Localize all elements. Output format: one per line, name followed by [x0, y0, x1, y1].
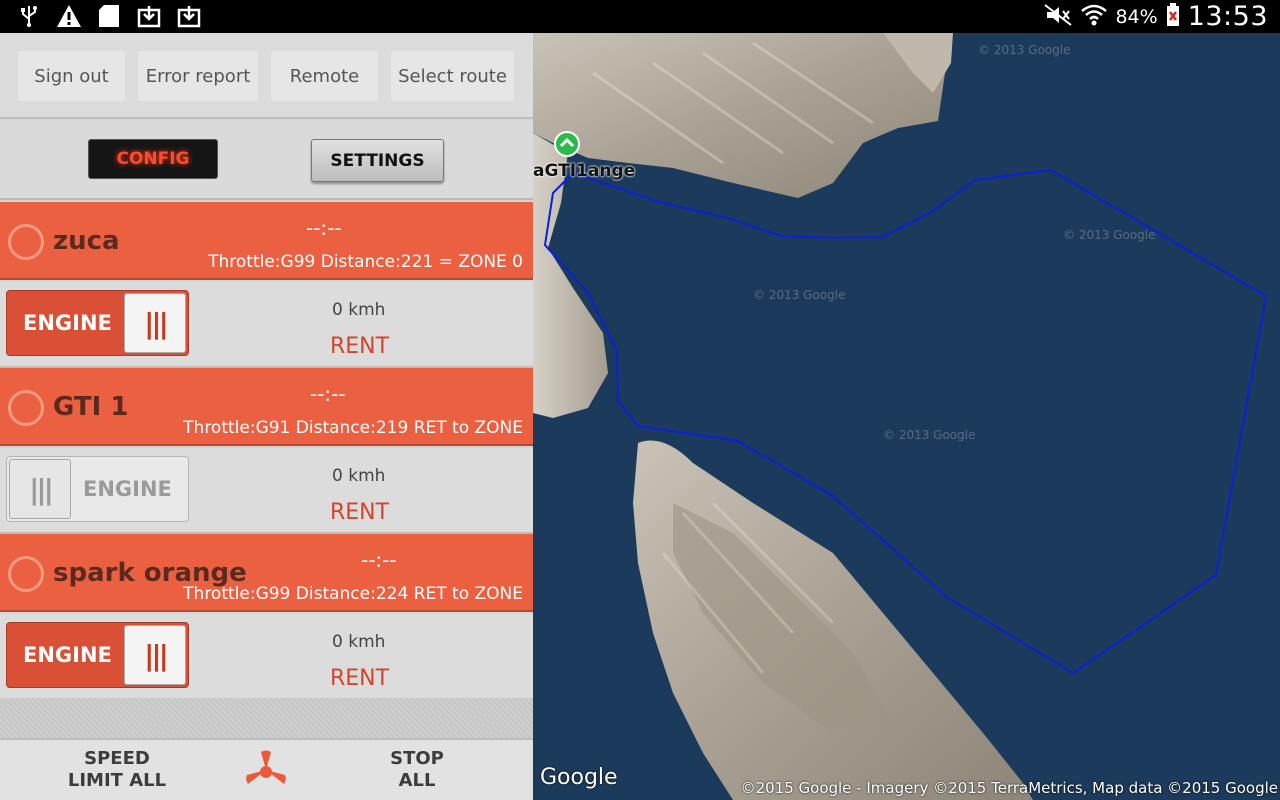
vehicle-time: --:-- — [361, 548, 397, 572]
vehicle-header[interactable]: spark orange --:-- Throttle:G99 Distance… — [0, 534, 533, 612]
stop-all-button[interactable]: STOP ALL — [372, 748, 462, 792]
mute-icon — [1043, 3, 1073, 30]
select-radio[interactable] — [8, 556, 44, 592]
toolbar: Sign out Error report Remote Select rout… — [0, 33, 533, 119]
vehicle-marker[interactable] — [554, 131, 580, 157]
vehicle-controls: ||| ENGINE 0 kmh RENT — [0, 448, 533, 534]
usb-icon — [16, 4, 42, 28]
bottom-bar: SPEED LIMIT ALL STOP ALL — [0, 738, 533, 800]
settings-button[interactable]: SETTINGS — [311, 139, 444, 182]
config-row: CONFIG SETTINGS — [0, 120, 533, 200]
vehicle-throttle-info: Throttle:G99 Distance:224 RET to ZONE — [183, 584, 523, 604]
vehicle-status: RENT — [330, 334, 390, 359]
vehicle-controls: ENGINE ||| 0 kmh RENT — [0, 614, 533, 700]
map-watermark: © 2013 Google — [753, 288, 846, 302]
list-spacer — [0, 698, 533, 738]
satellite-imagery — [533, 33, 1280, 800]
download-icon — [136, 4, 162, 28]
vehicle-controls: ENGINE ||| 0 kmh RENT — [0, 282, 533, 368]
select-route-button[interactable]: Select route — [391, 51, 514, 101]
vehicle-throttle-info: Throttle:G99 Distance:221 = ZONE 0 — [208, 252, 523, 272]
engine-toggle[interactable]: ENGINE ||| — [6, 290, 189, 356]
battery-percent: 84% — [1115, 5, 1158, 28]
map-view[interactable]: © 2013 Google © 2013 Google © 2013 Googl… — [533, 33, 1280, 800]
engine-toggle[interactable]: ||| ENGINE — [6, 456, 189, 522]
remote-button[interactable]: Remote — [271, 51, 378, 101]
select-radio[interactable] — [8, 390, 44, 426]
vehicle-throttle-info: Throttle:G91 Distance:219 RET to ZONE — [183, 418, 523, 438]
sign-out-button[interactable]: Sign out — [18, 51, 125, 101]
engine-toggle[interactable]: ENGINE ||| — [6, 622, 189, 688]
propeller-icon[interactable] — [243, 750, 289, 796]
download-icon — [176, 4, 202, 28]
engine-label: ENGINE — [83, 477, 172, 501]
select-radio[interactable] — [8, 224, 44, 260]
google-logo: Google — [540, 765, 618, 790]
config-button[interactable]: CONFIG — [88, 139, 218, 179]
map-watermark: © 2013 Google — [978, 43, 1071, 57]
vehicle-speed: 0 kmh — [332, 466, 386, 486]
engine-label: ENGINE — [23, 311, 112, 335]
vehicle-name: zuca — [53, 226, 120, 256]
vehicle-header[interactable]: GTI 1 --:-- Throttle:G91 Distance:219 RE… — [0, 368, 533, 446]
vehicle-speed: 0 kmh — [332, 632, 386, 652]
clock: 13:53 — [1187, 1, 1268, 32]
speed-limit-all-button[interactable]: SPEED LIMIT ALL — [62, 748, 172, 792]
battery-icon — [1166, 2, 1180, 31]
toggle-knob-icon: ||| — [124, 625, 186, 685]
vehicle-time: --:-- — [310, 382, 346, 406]
map-watermark: © 2013 Google — [883, 428, 976, 442]
vehicle-name: GTI 1 — [53, 392, 129, 422]
warning-icon — [56, 4, 82, 28]
error-report-button[interactable]: Error report — [138, 51, 258, 101]
vehicle-status: RENT — [330, 500, 390, 525]
map-watermark: © 2013 Google — [1063, 228, 1156, 242]
vehicle-header[interactable]: zuca --:-- Throttle:G99 Distance:221 = Z… — [0, 202, 533, 280]
control-panel: Sign out Error report Remote Select rout… — [0, 33, 533, 800]
map-attribution: ©2015 Google - Imagery ©2015 TerraMetric… — [740, 779, 1278, 797]
vehicle-marker-label: aGTI1ange — [533, 161, 636, 181]
vehicle-time: --:-- — [306, 216, 342, 240]
toggle-knob-icon: ||| — [9, 459, 71, 519]
engine-label: ENGINE — [23, 643, 112, 667]
vehicle-status: RENT — [330, 666, 390, 691]
status-bar: 84% 13:53 — [0, 0, 1280, 33]
vehicle-speed: 0 kmh — [332, 300, 386, 320]
wifi-icon — [1081, 3, 1108, 31]
toggle-knob-icon: ||| — [124, 293, 186, 353]
sd-card-icon — [96, 4, 122, 28]
